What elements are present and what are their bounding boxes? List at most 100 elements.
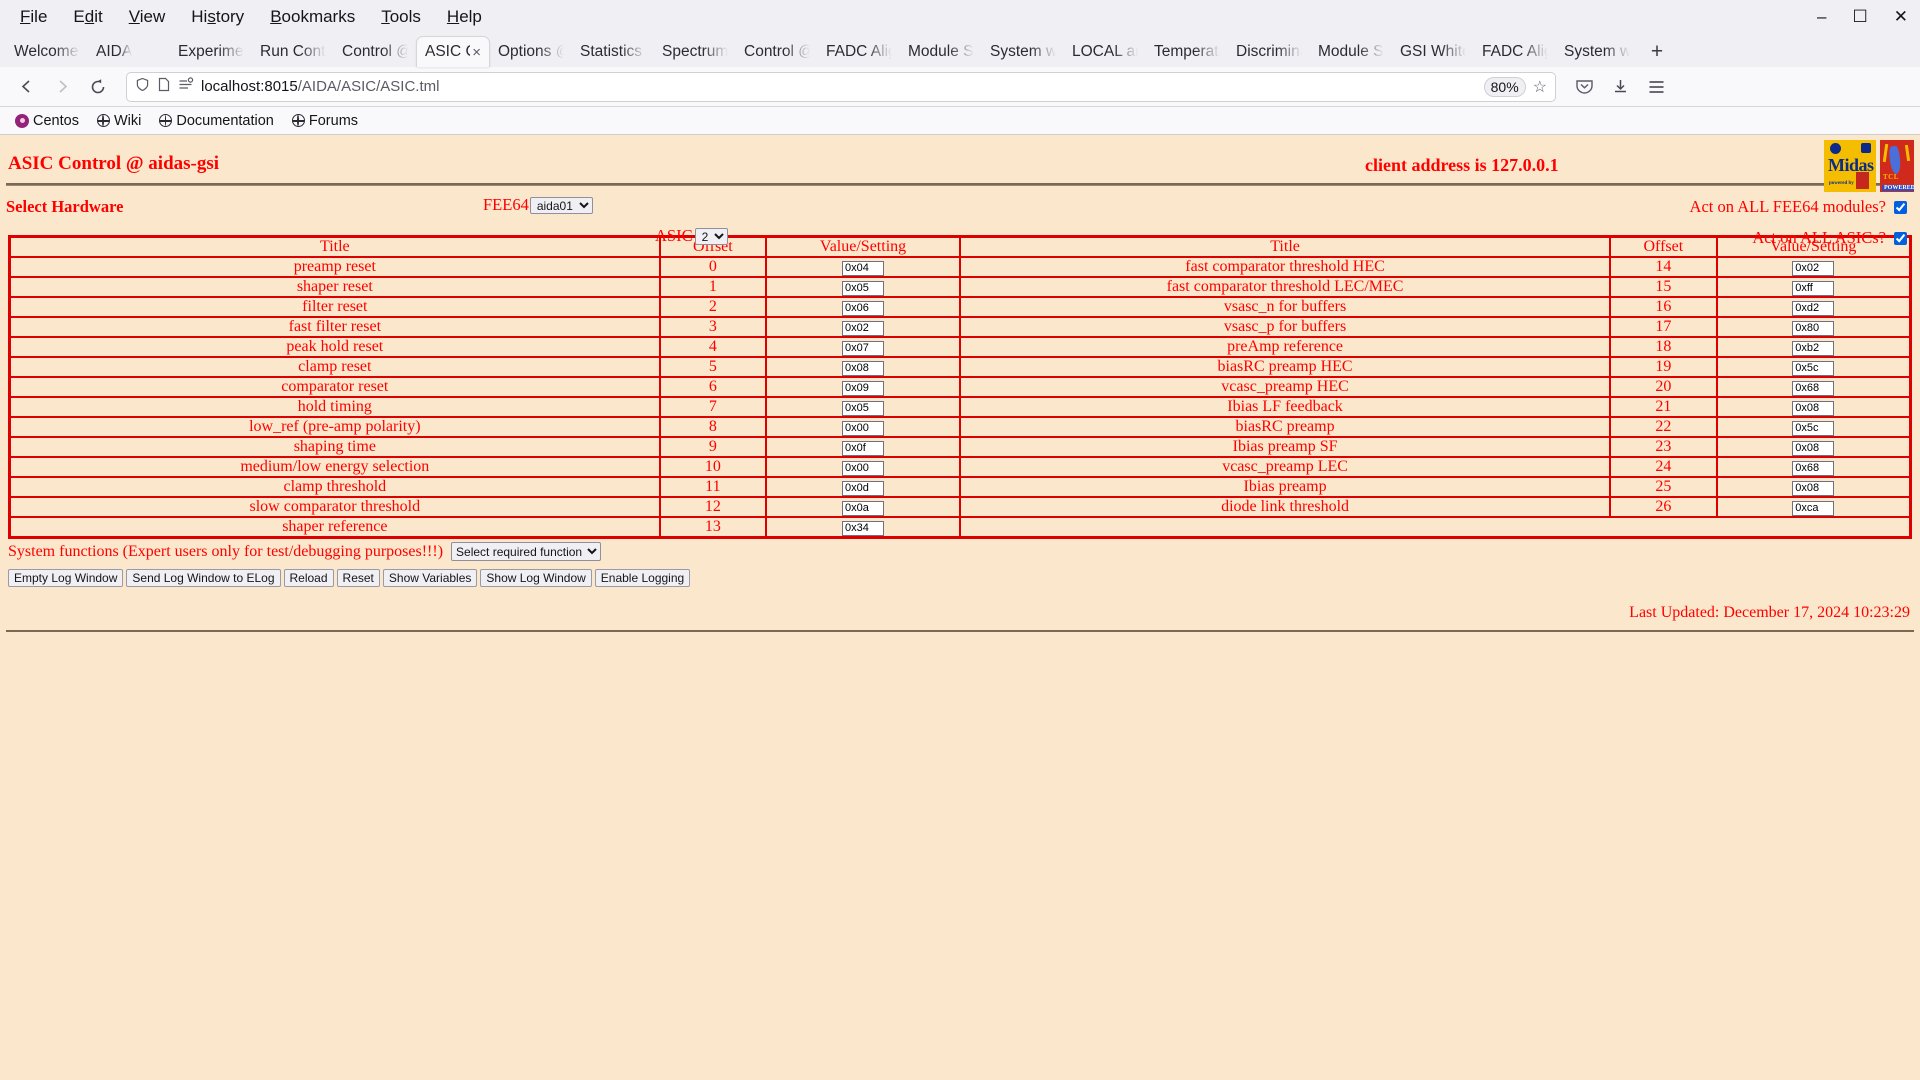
- tab-fadc-alignment[interactable]: FADC Alignment: [818, 36, 900, 67]
- cell-value-right: [1715, 296, 1912, 318]
- value-input-0[interactable]: [842, 260, 885, 276]
- system-function-select[interactable]: Select required function: [451, 542, 602, 561]
- window-minimize-button[interactable]: –: [1805, 4, 1838, 30]
- value-input-22[interactable]: [1792, 420, 1835, 436]
- reset-button[interactable]: Reset: [336, 569, 380, 587]
- value-input-7[interactable]: [842, 400, 885, 416]
- value-input-23[interactable]: [1792, 440, 1835, 456]
- value-input-12[interactable]: [842, 500, 885, 516]
- header-divider-thin: [6, 185, 1914, 186]
- value-input-18[interactable]: [1792, 340, 1835, 356]
- value-input-15[interactable]: [1792, 280, 1835, 296]
- pocket-icon[interactable]: [1568, 72, 1600, 102]
- reload-button[interactable]: Reload: [283, 569, 334, 587]
- value-input-5[interactable]: [842, 360, 885, 376]
- asic-select[interactable]: 2: [694, 227, 728, 245]
- tab-options[interactable]: Options @ aidas-gsi: [490, 36, 572, 67]
- cell-offset-left: 13: [658, 516, 768, 539]
- url-bar[interactable]: localhost:8015/AIDA/ASIC/ASIC.tml 80% ☆: [126, 71, 1556, 102]
- asic-control-page: ASIC Control @ aidas-gsi client address …: [0, 135, 1920, 1080]
- value-input-2[interactable]: [842, 300, 885, 316]
- value-input-21[interactable]: [1792, 400, 1835, 416]
- tab-asic-control[interactable]: ASIC Control @ aidas-gsi ×: [416, 36, 490, 67]
- tab-welcome-to-aida[interactable]: Welcome to AIDA: [6, 36, 88, 67]
- tab-spectrum-explorer[interactable]: Spectrum Explorer: [654, 36, 736, 67]
- tab-control-2[interactable]: Control @ aidas-gsi: [736, 36, 818, 67]
- new-tab-button[interactable]: +: [1642, 37, 1672, 67]
- show-log-window-button[interactable]: Show Log Window: [480, 569, 592, 587]
- cell-value-left: [765, 376, 961, 398]
- show-variables-button[interactable]: Show Variables: [382, 569, 478, 587]
- tab-module-setup-2[interactable]: Module Setup: [1310, 36, 1392, 67]
- bookmark-label: Forums: [308, 112, 359, 129]
- zoom-level-badge[interactable]: 80%: [1483, 76, 1526, 97]
- tab-system-wide-settings-2[interactable]: System wide Settings: [1556, 36, 1638, 67]
- act-on-all-fee64-checkbox[interactable]: [1894, 200, 1907, 214]
- downloads-icon[interactable]: [1604, 72, 1636, 102]
- close-icon[interactable]: ×: [472, 44, 481, 61]
- value-input-1[interactable]: [842, 280, 885, 296]
- value-input-9[interactable]: [842, 440, 885, 456]
- value-input-11[interactable]: [842, 480, 885, 496]
- bookmark-star-icon[interactable]: ☆: [1533, 77, 1547, 97]
- tab-discriminator-setup[interactable]: Discriminator Setup: [1228, 36, 1310, 67]
- value-input-6[interactable]: [842, 380, 885, 396]
- cell-title-left: medium/low energy selection: [8, 456, 661, 478]
- cell-offset-right: 15: [1609, 276, 1718, 298]
- forward-arrow-icon[interactable]: [46, 72, 78, 102]
- value-input-17[interactable]: [1792, 320, 1835, 336]
- reload-icon[interactable]: [82, 72, 114, 102]
- hamburger-menu-icon[interactable]: [1640, 72, 1672, 102]
- value-input-25[interactable]: [1792, 480, 1835, 496]
- permissions-icon[interactable]: [178, 77, 194, 96]
- tab-local-and-remote[interactable]: LOCAL and REMOTE: [1064, 36, 1146, 67]
- bookmark-forums[interactable]: Forums: [285, 111, 365, 131]
- back-arrow-icon[interactable]: [10, 72, 42, 102]
- cell-value-left: [765, 476, 961, 498]
- tab-temperature-monitor[interactable]: Temperature Monitor: [1146, 36, 1228, 67]
- tab-aida[interactable]: AIDA: [88, 36, 170, 67]
- value-input-20[interactable]: [1792, 380, 1835, 396]
- menu-edit[interactable]: Edit: [61, 4, 114, 30]
- bookmark-documentation[interactable]: Documentation: [152, 111, 281, 131]
- table-row: fast filter reset3 vsasc_p for buffers17: [8, 316, 1912, 338]
- tab-system-wide-settings[interactable]: System wide Settings: [982, 36, 1064, 67]
- menu-history[interactable]: History: [179, 4, 256, 30]
- cell-value-left: [765, 276, 961, 298]
- value-input-19[interactable]: [1792, 360, 1835, 376]
- menu-tools[interactable]: Tools: [369, 4, 433, 30]
- enable-logging-button[interactable]: Enable Logging: [594, 569, 691, 587]
- window-close-button[interactable]: ✕: [1882, 4, 1920, 30]
- empty-log-window-button[interactable]: Empty Log Window: [8, 569, 124, 587]
- value-input-26[interactable]: [1792, 500, 1835, 516]
- fee64-select[interactable]: aida01: [529, 196, 593, 214]
- cell-title-right: fast comparator threshold HEC: [958, 256, 1612, 278]
- bookmark-centos[interactable]: Centos: [8, 111, 86, 131]
- menu-help[interactable]: Help: [435, 4, 494, 30]
- value-input-13[interactable]: [842, 520, 885, 536]
- tab-control[interactable]: Control @ aidas-gsi: [334, 36, 416, 67]
- page-document-icon: [157, 77, 171, 97]
- bookmark-wiki[interactable]: Wiki: [90, 111, 148, 131]
- tab-statistics[interactable]: Statistics @ aidas-gsi: [572, 36, 654, 67]
- cell-offset-right: 20: [1609, 376, 1718, 398]
- act-on-all-asics-checkbox[interactable]: [1894, 231, 1907, 245]
- value-input-16[interactable]: [1792, 300, 1835, 316]
- menu-bookmarks[interactable]: Bookmarks: [258, 4, 367, 30]
- tab-module-setup[interactable]: Module Setup: [900, 36, 982, 67]
- tab-run-control[interactable]: Run Control @ aidas-gsi: [252, 36, 334, 67]
- value-input-14[interactable]: [1792, 260, 1835, 276]
- value-input-3[interactable]: [842, 320, 885, 336]
- tab-experiment-setup[interactable]: Experiment Setup: [170, 36, 252, 67]
- menu-view[interactable]: View: [117, 4, 178, 30]
- table-row: preamp reset0 fast comparator threshold H…: [8, 256, 1912, 278]
- tab-gsi-white-rabbit[interactable]: GSI White Rabbit: [1392, 36, 1474, 67]
- value-input-8[interactable]: [842, 420, 885, 436]
- menu-file[interactable]: FFileile: [8, 4, 59, 30]
- value-input-24[interactable]: [1792, 460, 1835, 476]
- value-input-10[interactable]: [842, 460, 885, 476]
- window-maximize-button[interactable]: ☐: [1841, 4, 1880, 30]
- tab-fadc-alignment-2[interactable]: FADC Alignment: [1474, 36, 1556, 67]
- send-log-window-to-elog-button[interactable]: Send Log Window to ELog: [126, 569, 281, 587]
- value-input-4[interactable]: [842, 340, 885, 356]
